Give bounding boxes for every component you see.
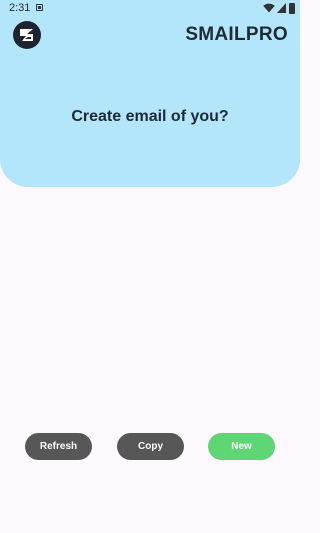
smailpro-logo-icon bbox=[13, 21, 41, 49]
copy-button[interactable]: Copy bbox=[117, 433, 184, 460]
battery-icon bbox=[289, 3, 295, 14]
status-bar: 2:31 bbox=[0, 0, 300, 18]
signal-icon bbox=[277, 3, 286, 13]
app-screen: 2:31 SMAILPRO Create email of you? Refre… bbox=[0, 0, 300, 533]
notification-icon bbox=[36, 4, 43, 11]
wifi-icon bbox=[263, 3, 275, 13]
header-card: 2:31 SMAILPRO Create email of you? bbox=[0, 0, 300, 187]
status-time: 2:31 bbox=[9, 2, 31, 14]
page-headline: Create email of you? bbox=[71, 108, 229, 125]
new-button[interactable]: New bbox=[208, 433, 275, 460]
app-title: SMAILPRO bbox=[185, 24, 288, 45]
refresh-button[interactable]: Refresh bbox=[25, 433, 92, 460]
